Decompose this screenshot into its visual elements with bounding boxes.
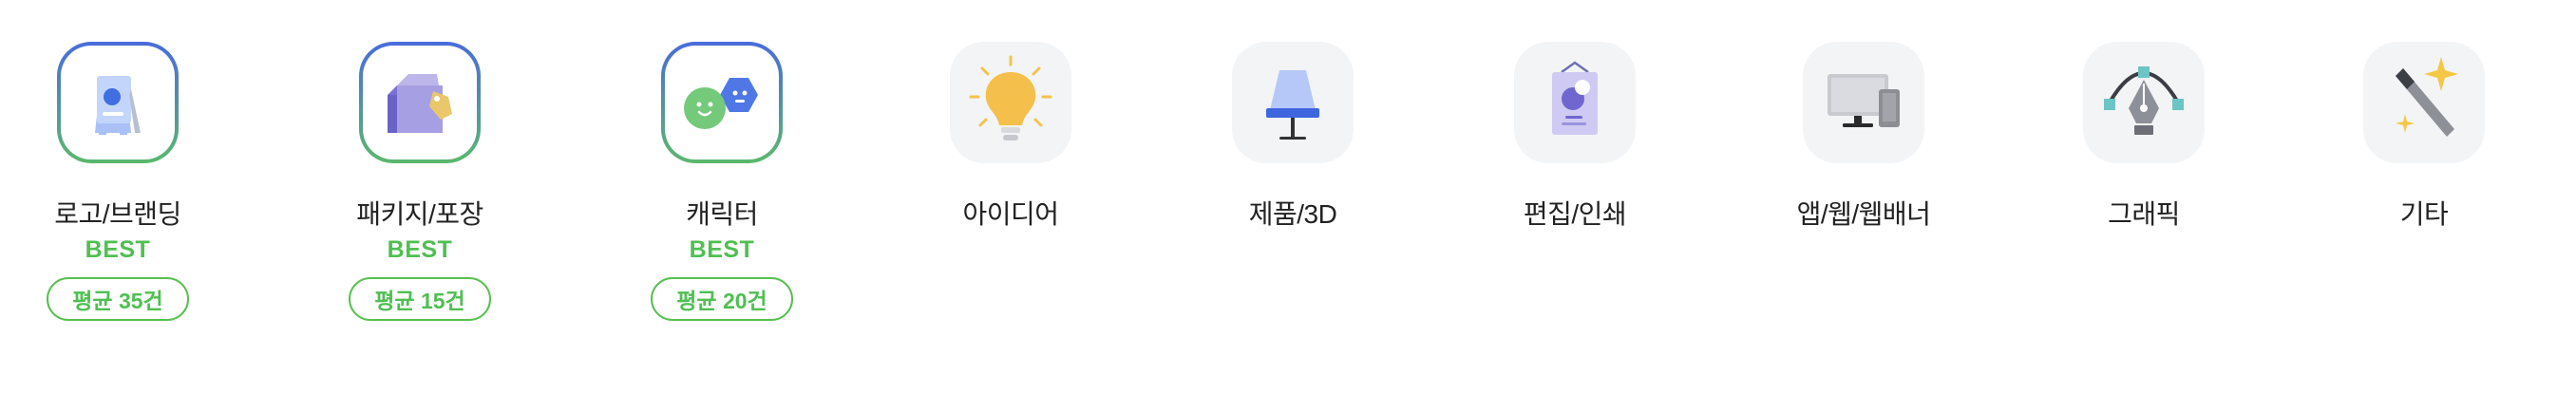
character-faces-icon bbox=[684, 78, 758, 129]
magic-wand-icon bbox=[2396, 57, 2458, 137]
category-label: 제품/3D bbox=[1248, 199, 1337, 229]
poster-icon bbox=[1552, 61, 1598, 135]
category-tile[interactable] bbox=[950, 42, 1071, 163]
best-badge: BEST bbox=[689, 236, 755, 263]
category-tile[interactable] bbox=[1803, 42, 1924, 163]
average-count-pill: 평균 35건 bbox=[47, 277, 189, 321]
category-tile[interactable] bbox=[359, 42, 481, 163]
category-label: 아이디어 bbox=[962, 199, 1059, 229]
signboard-icon bbox=[95, 76, 141, 135]
category-tile[interactable] bbox=[1232, 42, 1354, 163]
category-tile[interactable] bbox=[2083, 42, 2205, 163]
lightbulb-icon bbox=[969, 55, 1052, 140]
category-label: 앱/웹/웹배너 bbox=[1796, 199, 1931, 229]
category-tile[interactable] bbox=[2363, 42, 2485, 163]
category-tile[interactable] bbox=[57, 42, 179, 163]
average-count-pill: 평균 15건 bbox=[349, 277, 491, 321]
category-label: 캐릭터 bbox=[686, 199, 758, 229]
category-label: 패키지/포장 bbox=[356, 199, 483, 229]
category-row: 로고/브랜딩 BEST 평균 35건 패키지/포장 BEST 평균 15건 캐릭… bbox=[0, 0, 2576, 412]
category-label: 편집/인쇄 bbox=[1523, 199, 1627, 229]
category-label: 그래픽 bbox=[2108, 199, 2180, 229]
average-count-pill: 평균 20건 bbox=[651, 277, 793, 321]
best-badge: BEST bbox=[85, 236, 151, 263]
category-tile[interactable] bbox=[661, 42, 783, 163]
package-icon bbox=[388, 74, 452, 133]
best-badge: BEST bbox=[387, 236, 453, 263]
category-tile[interactable] bbox=[1514, 42, 1636, 163]
category-label: 기타 bbox=[2399, 199, 2449, 229]
lamp-icon bbox=[1266, 70, 1319, 140]
category-label: 로고/브랜딩 bbox=[54, 199, 181, 229]
monitor-phone-icon bbox=[1828, 74, 1900, 127]
pen-tool-icon bbox=[2104, 66, 2184, 135]
